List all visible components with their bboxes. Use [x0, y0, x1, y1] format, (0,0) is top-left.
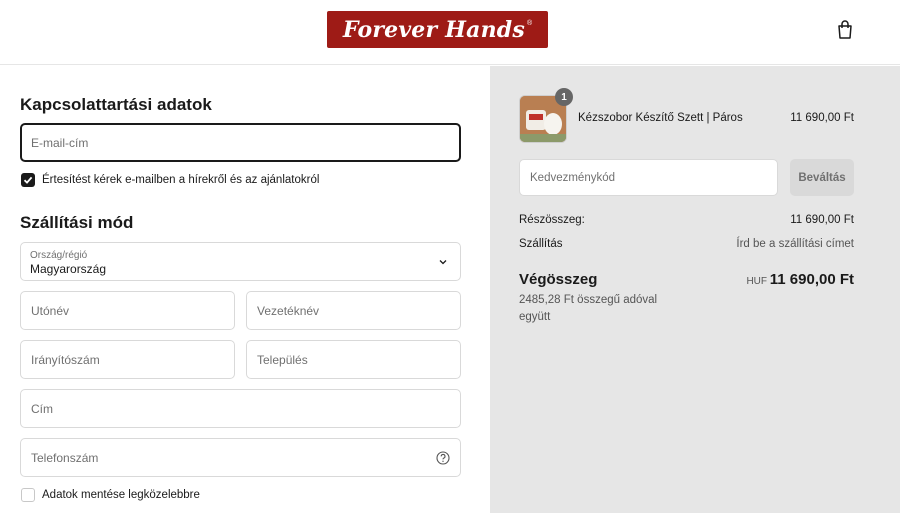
- discount-code-field[interactable]: Kedvezménykód: [519, 159, 778, 196]
- product-price: 11 690,00 Ft: [790, 112, 854, 124]
- last-name-field[interactable]: Vezetéknév: [246, 291, 461, 330]
- newsletter-checkbox[interactable]: [21, 173, 35, 187]
- total-currency: HUF: [746, 276, 767, 287]
- country-label: Ország/régió: [30, 250, 88, 261]
- total-value: 11 690,00 Ft: [769, 271, 854, 288]
- newsletter-label: Értesítést kérek e-mailben a hírekről és…: [42, 174, 320, 186]
- country-value: Magyarország: [30, 262, 107, 276]
- check-icon: [23, 176, 33, 184]
- save-info-label: Adatok mentése legközelebbre: [42, 489, 200, 501]
- shipping-title: Szállítási mód: [20, 213, 134, 232]
- last-name-placeholder: Vezetéknév: [257, 303, 320, 318]
- brand-logo[interactable]: Forever Hands ®: [327, 11, 548, 48]
- subtotal-label: Részösszeg:: [519, 214, 585, 226]
- header: Forever Hands ®: [0, 0, 900, 65]
- shipping-value: Írd be a szállítási címet: [736, 238, 854, 250]
- contact-title: Kapcsolattartási adatok: [20, 95, 212, 114]
- email-field[interactable]: E-mail-cím: [20, 123, 461, 162]
- apply-discount-button[interactable]: Beváltás: [790, 159, 854, 196]
- email-placeholder: E-mail-cím: [31, 135, 89, 150]
- tax-note: 2485,28 Ft összegű adóval együtt: [519, 294, 658, 323]
- phone-placeholder: Telefonszám: [31, 450, 99, 465]
- zip-field[interactable]: Irányítószám: [20, 340, 235, 379]
- address-placeholder: Cím: [31, 401, 53, 416]
- city-placeholder: Település: [257, 352, 308, 367]
- first-name-placeholder: Utónév: [31, 303, 70, 318]
- shipping-label: Szállítás: [519, 238, 563, 250]
- shopping-bag-icon[interactable]: [836, 20, 854, 40]
- logo-text: Forever Hands: [342, 16, 525, 43]
- city-field[interactable]: Település: [246, 340, 461, 379]
- discount-placeholder: Kedvezménykód: [530, 172, 616, 184]
- country-select[interactable]: Ország/régió Magyarország: [20, 242, 461, 281]
- save-info-checkbox[interactable]: [21, 488, 35, 502]
- phone-field[interactable]: Telefonszám: [20, 438, 461, 477]
- zip-placeholder: Irányítószám: [31, 352, 100, 367]
- first-name-field[interactable]: Utónév: [20, 291, 235, 330]
- total-label: Végösszeg: [519, 271, 598, 288]
- order-summary: 1 Kézszobor Készítő Szett | Páros 11 690…: [490, 66, 900, 513]
- quantity-badge: 1: [555, 88, 573, 106]
- chevron-down-icon: [439, 260, 447, 265]
- product-name: Kézszobor Készítő Szett | Páros: [578, 112, 743, 124]
- subtotal-value: 11 690,00 Ft: [790, 214, 854, 226]
- address-field[interactable]: Cím: [20, 389, 461, 428]
- logo-trademark: ®: [526, 20, 533, 27]
- checkout-form: Kapcsolattartási adatok E-mail-cím Értes…: [0, 66, 490, 513]
- help-icon[interactable]: [436, 451, 450, 465]
